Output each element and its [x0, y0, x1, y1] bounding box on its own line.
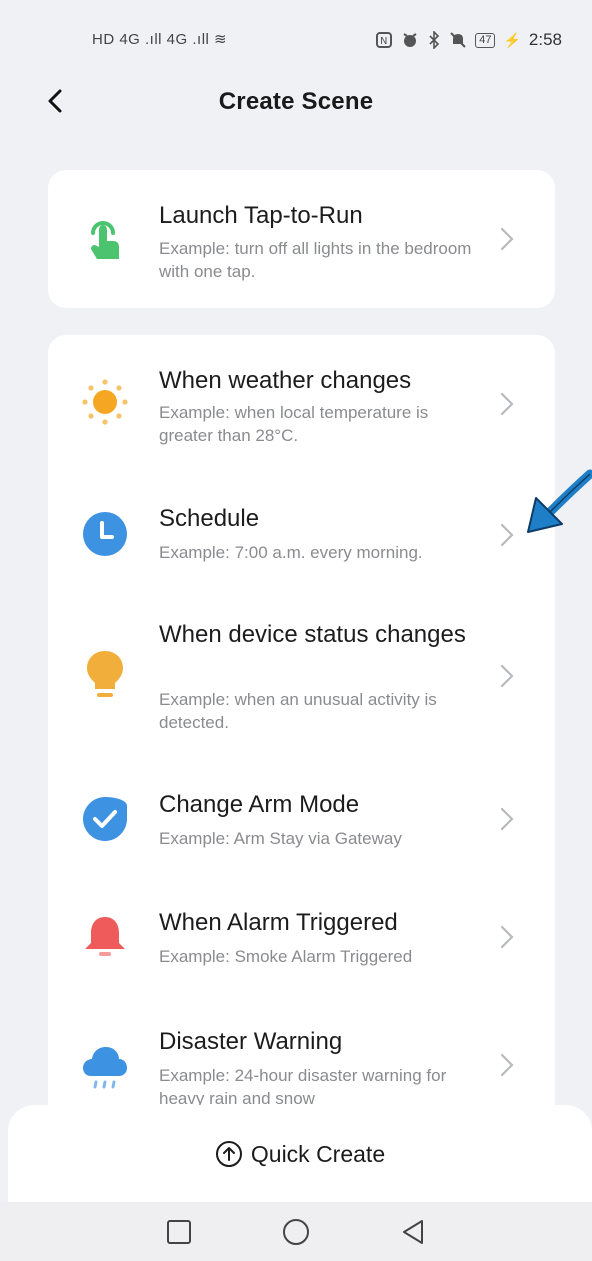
charging-icon: ⚡	[503, 31, 521, 48]
condition-item-schedule[interactable]: Schedule Example: 7:00 a.m. every mornin…	[48, 485, 555, 585]
condition-title: Change Arm Mode	[159, 791, 360, 818]
launch-card: Launch Tap-to-Run Example: turn off all …	[48, 170, 555, 308]
page-title: Create Scene	[218, 88, 374, 115]
chevron-right-icon	[499, 806, 519, 832]
back-button[interactable]	[40, 86, 70, 116]
mute-icon	[450, 32, 466, 48]
system-nav-bar	[0, 1202, 592, 1261]
sun-icon	[80, 377, 130, 427]
bluetooth-icon	[429, 31, 440, 49]
condition-item-arm-mode[interactable]: Change Arm Mode Example: Arm Stay via Ga…	[48, 775, 555, 875]
back-nav-button[interactable]	[393, 1212, 433, 1252]
quick-create-label: Quick Create	[250, 1140, 386, 1167]
quick-create-button[interactable]: Quick Create	[215, 1140, 385, 1168]
chevron-right-icon	[499, 226, 519, 252]
header: Create Scene	[0, 76, 592, 128]
lightbulb-icon	[80, 650, 130, 700]
alarm-clock-icon	[403, 33, 417, 47]
condition-subtitle: Example: Arm Stay via Gateway	[159, 829, 402, 848]
condition-title: When weather changes	[159, 367, 412, 394]
condition-item-weather[interactable]: When weather changes Example: when local…	[48, 335, 555, 465]
chevron-right-icon	[499, 924, 519, 950]
status-bar: HD 4G .ıll 4G .ıll ≋ N 47 ⚡ 2:58	[0, 0, 592, 84]
launch-subtitle: Example: turn off all lights in the bedr…	[159, 239, 472, 281]
chevron-right-icon	[499, 522, 519, 548]
condition-subtitle: Example: Smoke Alarm Triggered	[159, 947, 413, 966]
launch-tap-to-run-item[interactable]: Launch Tap-to-Run Example: turn off all …	[48, 170, 555, 308]
chevron-right-icon	[499, 663, 519, 689]
clock-time: 2:58	[528, 30, 562, 49]
chevron-left-icon	[48, 89, 62, 113]
condition-title: Disaster Warning	[159, 1028, 343, 1055]
chevron-right-icon	[499, 1052, 519, 1078]
condition-title: When device status changes	[159, 621, 466, 648]
launch-title: Launch Tap-to-Run	[159, 202, 363, 229]
signal-indicators: HD 4G .ıll 4G .ıll ≋	[92, 31, 228, 48]
condition-item-alarm[interactable]: When Alarm Triggered Example: Smoke Alar…	[48, 895, 555, 995]
status-right: N 47 ⚡ 2:58	[375, 30, 562, 50]
svg-text:N: N	[380, 36, 387, 47]
condition-subtitle: Example: when local temperature is great…	[159, 403, 429, 445]
condition-subtitle: Example: 7:00 a.m. every morning.	[159, 543, 423, 562]
battery-icon: 47	[475, 32, 496, 48]
condition-subtitle: Example: 24-hour disaster warning for he…	[159, 1066, 447, 1108]
bottom-sheet: Quick Create	[8, 1105, 592, 1205]
nfc-icon: N	[376, 32, 393, 48]
condition-title: Schedule	[159, 505, 260, 532]
conditions-card: When weather changes Example: when local…	[48, 335, 555, 1155]
chevron-right-icon	[499, 391, 519, 417]
condition-title: When Alarm Triggered	[159, 909, 398, 936]
triangle-back-icon	[403, 1219, 424, 1244]
condition-subtitle: Example: when an unusual activity is det…	[159, 690, 437, 732]
recents-button[interactable]	[159, 1212, 199, 1252]
upload-circle-icon	[215, 1141, 242, 1167]
rain-cloud-icon	[80, 1042, 130, 1092]
tap-hand-icon	[80, 212, 130, 262]
circle-icon	[282, 1218, 309, 1245]
home-button[interactable]	[276, 1212, 316, 1252]
alarm-bell-icon	[80, 912, 130, 962]
clock-icon	[80, 509, 130, 559]
annotation-arrow-icon	[527, 469, 592, 533]
condition-item-device-status[interactable]: When device status changes Example: when…	[48, 605, 555, 755]
shield-check-icon	[80, 794, 130, 844]
square-icon	[166, 1219, 191, 1244]
